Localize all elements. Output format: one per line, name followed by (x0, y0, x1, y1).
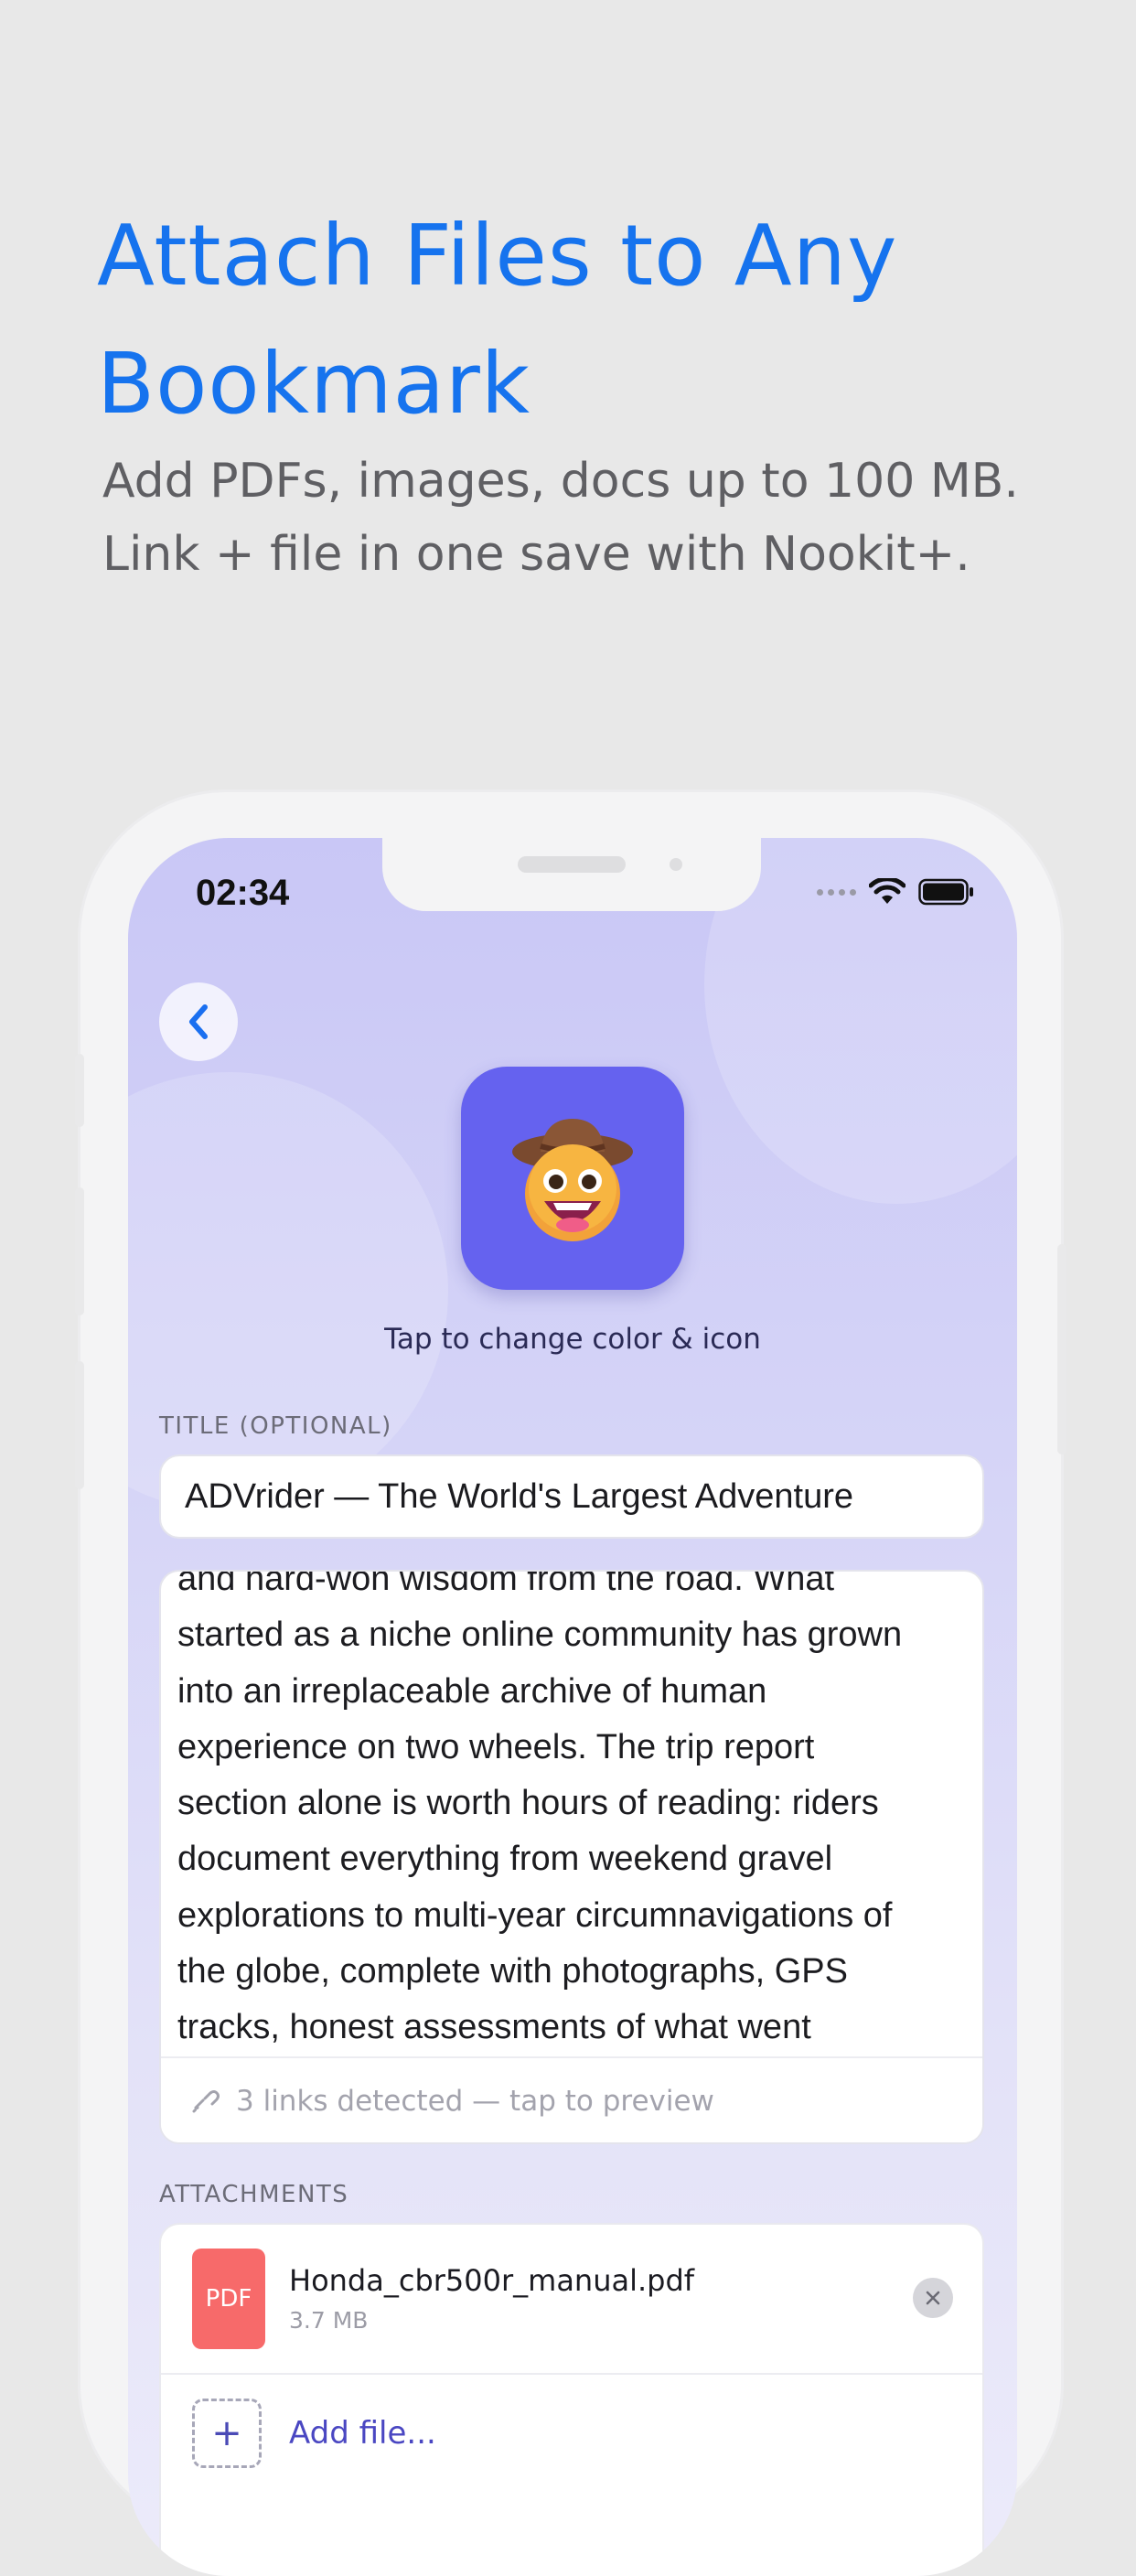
cowboy-emoji-icon (512, 1119, 633, 1241)
add-file-label: Add file... (289, 2415, 436, 2452)
add-file-row[interactable]: + Add file... (161, 2375, 982, 2494)
close-icon (926, 2291, 940, 2305)
pdf-file-icon: PDF (192, 2249, 265, 2349)
phone-side-button (75, 1187, 84, 1315)
notes-line: started as a niche online community has … (177, 1615, 903, 1655)
subline-line-1: Add PDFs, images, docs up to 100 MB. (102, 454, 1019, 509)
phone-side-button (1057, 1244, 1066, 1454)
phone-notch (382, 838, 761, 911)
wifi-icon (869, 878, 906, 904)
notes-line: section alone is worth hours of reading:… (177, 1784, 879, 1823)
back-button[interactable] (159, 982, 238, 1061)
speaker-grille (518, 856, 626, 873)
status-icons (817, 878, 975, 906)
notes-line: and hard-won wisdom from the road. What (177, 1570, 835, 1598)
attachments-card: PDF Honda_cbr500r_manual.pdf 3.7 MB + Ad… (159, 2223, 984, 2576)
title-input-value: ADVrider — The World's Largest Adventure (185, 1476, 853, 1516)
notes-line: document everything from weekend gravel (177, 1840, 833, 1879)
front-camera (670, 858, 682, 871)
notes-line: experience on two wheels. The trip repor… (177, 1727, 815, 1766)
battery-icon (918, 878, 973, 906)
attachment-file-name: Honda_cbr500r_manual.pdf (289, 2263, 695, 2298)
headline-line-2: Bookmark (97, 335, 531, 433)
links-detected-text: 3 links detected — tap to preview (236, 2085, 714, 2118)
attachment-row[interactable]: PDF Honda_cbr500r_manual.pdf 3.7 MB (161, 2225, 982, 2375)
promo-headline: Attach Files to Any Bookmark (97, 192, 1066, 448)
title-field-label: TITLE (OPTIONAL) (159, 1412, 392, 1440)
change-icon-caption[interactable]: Tap to change color & icon (128, 1323, 1017, 1356)
phone-screen: 02:34 Tap to change color & icon TITLE (… (128, 838, 1017, 2576)
notes-line: tracks, honest assessments of what went (177, 2008, 811, 2047)
title-input[interactable]: ADVrider — The World's Largest Adventure (159, 1454, 984, 1539)
signal-dots-icon (817, 888, 856, 896)
back-chevron-icon (189, 1004, 208, 1039)
notes-line: explorations to multi-year circumnavigat… (177, 1895, 893, 1935)
notes-line: into an irreplaceable archive of human (177, 1671, 767, 1711)
subline-line-2: Link + file in one save with Nookit+. (102, 527, 970, 582)
notes-textarea[interactable]: and hard-won wisdom from the road. What … (177, 1570, 973, 2056)
attachment-file-size: 3.7 MB (289, 2307, 369, 2334)
notes-card: and hard-won wisdom from the road. What … (159, 1570, 984, 2144)
link-icon (192, 2090, 220, 2113)
links-detected-row[interactable]: 3 links detected — tap to preview (161, 2056, 982, 2142)
promo-subline: Add PDFs, images, docs up to 100 MB. Lin… (102, 445, 1090, 591)
status-time: 02:34 (196, 873, 290, 913)
notes-line: the globe, complete with photographs, GP… (177, 1952, 849, 1991)
bookmark-icon-picker[interactable] (461, 1067, 684, 1290)
background-blob (128, 1072, 448, 1511)
headline-line-1: Attach Files to Any (97, 207, 898, 305)
attachments-label: ATTACHMENTS (159, 2181, 349, 2208)
phone-side-button (75, 1054, 84, 1127)
remove-attachment-button[interactable] (913, 2278, 953, 2318)
plus-icon: + (192, 2399, 262, 2468)
phone-side-button (75, 1361, 84, 1489)
